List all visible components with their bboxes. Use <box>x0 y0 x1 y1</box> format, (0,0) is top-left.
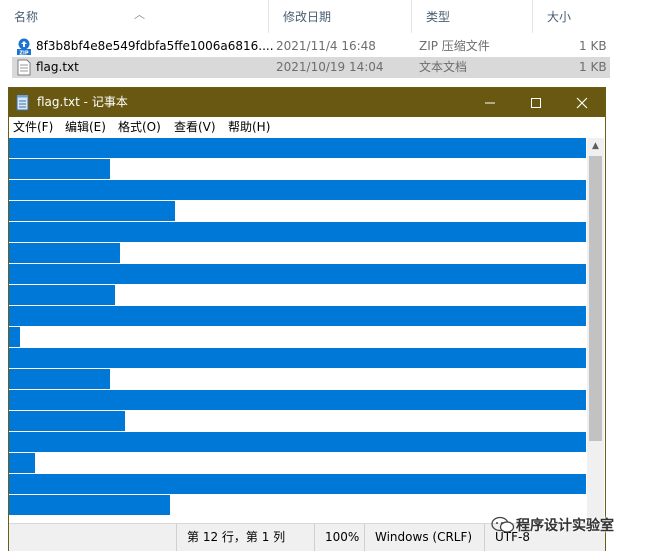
column-size-label: 大小 <box>547 10 572 24</box>
menu-file[interactable]: 文件(F) <box>13 117 53 138</box>
notepad-icon <box>16 95 30 114</box>
file-row[interactable]: ZIP 8f3b8bf4e8e549fdbfa5ffe1006a6816....… <box>12 36 610 57</box>
minimize-icon <box>485 102 495 103</box>
svg-text:ZIP: ZIP <box>19 50 28 55</box>
text-editor[interactable]: ▲ <box>9 138 605 523</box>
watermark-text: 程序设计实验室 <box>516 518 614 534</box>
wechat-icon <box>491 516 515 533</box>
selected-line <box>9 159 110 179</box>
selected-line <box>9 222 586 242</box>
selected-line <box>9 348 586 368</box>
menu-help[interactable]: 帮助(H) <box>228 117 270 138</box>
column-date[interactable]: 修改日期 <box>269 0 412 33</box>
minimize-button[interactable] <box>467 88 513 117</box>
selected-line <box>9 474 586 494</box>
vertical-scrollbar[interactable]: ▲ <box>587 138 604 523</box>
menu-view[interactable]: 查看(V) <box>174 117 216 138</box>
selected-line <box>9 432 586 452</box>
column-size[interactable]: 大小 <box>533 0 613 33</box>
selected-text-area[interactable] <box>9 138 586 523</box>
selected-line <box>9 180 586 200</box>
selected-line <box>9 390 586 410</box>
column-name-label: 名称 <box>14 10 39 24</box>
scroll-up-icon[interactable]: ▲ <box>587 138 604 155</box>
maximize-button[interactable] <box>513 88 559 117</box>
column-type[interactable]: 类型 <box>412 0 533 33</box>
file-type: ZIP 压缩文件 <box>419 39 490 53</box>
title-bar[interactable]: flag.txt - 记事本 <box>9 88 605 117</box>
menu-edit[interactable]: 编辑(E) <box>65 117 106 138</box>
maximize-icon <box>531 97 541 108</box>
file-row-selected[interactable]: flag.txt 2021/10/19 14:04 文本文档 1 KB <box>12 57 610 78</box>
menu-format[interactable]: 格式(O) <box>118 117 161 138</box>
sort-ascending-icon: ︿ <box>134 8 145 21</box>
cursor-position: 第 12 行，第 1 列 <box>176 524 314 551</box>
menu-bar: 文件(F) 编辑(E) 格式(O) 查看(V) 帮助(H) <box>9 117 605 138</box>
watermark: 程序设计实验室 <box>490 512 651 538</box>
file-size: 1 KB <box>579 39 607 53</box>
selected-line <box>9 138 586 158</box>
file-date: 2021/11/4 16:48 <box>276 39 376 53</box>
column-date-label: 修改日期 <box>283 10 332 24</box>
selected-line <box>9 453 35 473</box>
file-date: 2021/10/19 14:04 <box>276 60 384 74</box>
zip-file-icon: ZIP <box>16 38 32 56</box>
selected-line <box>9 306 586 326</box>
selected-line <box>9 285 115 305</box>
column-header: 名称 ︿ 修改日期 类型 大小 <box>0 0 651 33</box>
line-ending: Windows (CRLF) <box>364 524 484 551</box>
selected-line <box>9 369 110 389</box>
column-name[interactable]: 名称 ︿ <box>0 0 269 33</box>
window-title: flag.txt - 记事本 <box>37 95 128 109</box>
scrollbar-thumb[interactable] <box>589 156 602 441</box>
close-button[interactable] <box>559 88 605 117</box>
file-name: 8f3b8bf4e8e549fdbfa5ffe1006a6816.... <box>36 39 274 53</box>
selected-line <box>9 411 125 431</box>
selected-line <box>9 264 586 284</box>
selected-line <box>9 243 120 263</box>
close-icon <box>576 97 588 108</box>
notepad-window: flag.txt - 记事本 文件(F) 编辑(E) 格式(O) 查看(V) 帮… <box>8 87 606 551</box>
text-file-icon <box>16 59 32 76</box>
file-size: 1 KB <box>579 60 607 74</box>
file-type: 文本文档 <box>419 60 468 74</box>
selected-line <box>9 201 175 221</box>
zoom-level: 100% <box>314 524 364 551</box>
selected-line <box>9 495 170 515</box>
selected-line <box>9 327 20 347</box>
column-type-label: 类型 <box>426 10 451 24</box>
file-name: flag.txt <box>36 60 79 74</box>
